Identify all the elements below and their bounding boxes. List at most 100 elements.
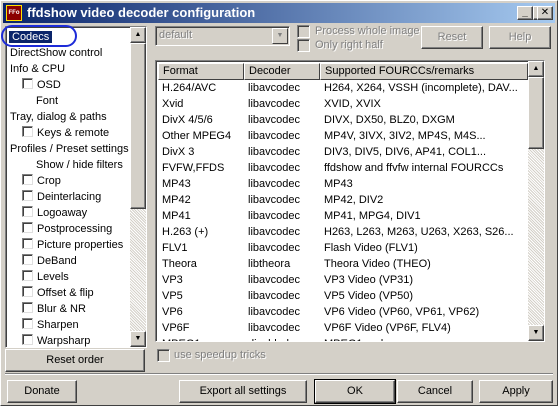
tree-item-checkbox[interactable] [22, 286, 33, 297]
cell-decoder[interactable]: libavcodec [244, 192, 320, 208]
cell-decoder[interactable]: libtheora [244, 256, 320, 272]
cell-decoder[interactable]: libavcodec [244, 208, 320, 224]
tree-item-show-hide-filters[interactable]: Show / hide filters [8, 157, 132, 173]
table-row[interactable]: Other MPEG4 libavcodec MP4V, 3IVX, 3IV2, M… [158, 128, 528, 144]
cell-decoder[interactable]: libavcodec [244, 320, 320, 336]
table-row[interactable]: MP43 libavcodec MP43 [158, 176, 528, 192]
tree-item-warpsharp[interactable]: Warpsharp [8, 333, 132, 347]
cell-decoder[interactable]: disabled [244, 336, 320, 341]
reset-button[interactable]: Reset [421, 26, 483, 49]
tree-item-codecs[interactable]: Codecs [8, 29, 132, 45]
tree-item-picture-properties[interactable]: Picture properties [8, 237, 132, 253]
tree-item-checkbox[interactable] [22, 334, 33, 345]
tree-item-label: Profiles / Preset settings [10, 143, 129, 155]
table-scroll-up-button[interactable]: ▲ [528, 61, 544, 77]
column-header-decoder[interactable]: Decoder [244, 63, 320, 80]
tree-item-deinterlacing[interactable]: Deinterlacing [8, 189, 132, 205]
tree-item-deband[interactable]: DeBand [8, 253, 132, 269]
tree-item-checkbox[interactable] [22, 318, 33, 329]
tree-item-levels[interactable]: Levels [8, 269, 132, 285]
table-row[interactable]: DivX 4/5/6 libavcodec DIVX, DX50, BLZ0, DX… [158, 112, 528, 128]
table-row[interactable]: FVFW,FFDS libavcodec ffdshow and ffvfw int… [158, 160, 528, 176]
tree-item-label: OSD [37, 79, 61, 91]
apply-button[interactable]: Apply [479, 380, 553, 403]
tree-item-checkbox[interactable] [22, 206, 33, 217]
scroll-thumb[interactable] [130, 43, 146, 209]
cell-format: H.264/AVC [162, 82, 217, 94]
tree-item-checkbox[interactable] [22, 190, 33, 201]
table-row[interactable]: MPEG1disabledMPEG1 codec [158, 336, 528, 341]
tree-item-osd[interactable]: OSD [8, 77, 132, 93]
cell-decoder[interactable]: libavcodec [244, 128, 320, 144]
ok-button[interactable]: OK [314, 379, 396, 404]
cell-decoder[interactable]: libavcodec [244, 176, 320, 192]
tree-item-offset-flip[interactable]: Offset & flip [8, 285, 132, 301]
tree-item-checkbox[interactable] [22, 254, 33, 265]
table-row[interactable]: VP3 libavcodec VP3 Video (VP31) [158, 272, 528, 288]
help-button[interactable]: Help [489, 26, 551, 49]
tree-scrollbar[interactable]: ▲ ▼ [130, 27, 146, 347]
table-row[interactable]: MP42 libavcodec MP42, DIV2 [158, 192, 528, 208]
cell-decoder[interactable]: libavcodec [244, 160, 320, 176]
close-button[interactable]: ✕ [537, 6, 553, 20]
table-row[interactable]: Xvid libavcodec XVID, XVIX [158, 96, 528, 112]
tree-item-checkbox[interactable] [22, 238, 33, 249]
tree-item-logoaway[interactable]: Logoaway [8, 205, 132, 221]
tree-item-postprocessing[interactable]: Postprocessing [8, 221, 132, 237]
table-row[interactable]: MP41 libavcodec MP41, MPG4, DIV1 [158, 208, 528, 224]
reset-order-button[interactable]: Reset order [5, 349, 145, 372]
cell-decoder[interactable]: libavcodec [244, 80, 320, 96]
tree-item-info-cpu[interactable]: Info & CPU [8, 61, 132, 77]
process-whole-image-checkbox[interactable] [297, 25, 310, 38]
tree-item-font[interactable]: Font [8, 93, 132, 109]
column-header-fourccs[interactable]: Supported FOURCCs/remarks [320, 63, 528, 80]
cell-decoder[interactable]: libavcodec [244, 240, 320, 256]
minimize-button[interactable]: _ [517, 6, 533, 20]
table-scrollbar[interactable]: ▲ ▼ [528, 61, 544, 341]
table-row[interactable]: Theora libtheora Theora Video (THEO) [158, 256, 528, 272]
tree-item-profiles-preset-settings[interactable]: Profiles / Preset settings [8, 141, 132, 157]
table-row[interactable]: H.263 (+) libavcodec H263, L263, M263, U26… [158, 224, 528, 240]
tree-item-directshow-control[interactable]: DirectShow control [8, 45, 132, 61]
cell-decoder[interactable]: libavcodec [244, 112, 320, 128]
cell-fourccs: H263, L263, M263, U263, X263, S26... [324, 226, 514, 238]
tree-item-checkbox[interactable] [22, 78, 33, 89]
export-all-settings-button[interactable]: Export all settings [179, 380, 307, 403]
cell-decoder[interactable]: libavcodec [244, 96, 320, 112]
tree-item-checkbox[interactable] [22, 270, 33, 281]
cancel-button[interactable]: Cancel [397, 380, 473, 403]
tree-item-blur-nr[interactable]: Blur & NR [8, 301, 132, 317]
table-row[interactable]: DivX 3 libavcodec DIV3, DIV5, DIV6, AP41, … [158, 144, 528, 160]
tree-item-checkbox[interactable] [22, 174, 33, 185]
tree-item-label: DeBand [37, 255, 77, 267]
table-row[interactable]: VP6F libavcodec VP6F Video (VP6F, FLV4) [158, 320, 528, 336]
only-right-half-checkbox[interactable] [297, 39, 310, 52]
table-scroll-thumb[interactable] [528, 77, 544, 149]
table-row[interactable]: H.264/AVC libavcodec H264, X264, VSSH (inc… [158, 80, 528, 96]
cell-decoder[interactable]: libavcodec [244, 224, 320, 240]
column-header-format[interactable]: Format [158, 63, 244, 80]
tree-item-checkbox[interactable] [22, 126, 33, 137]
tree-item-keys-remote[interactable]: Keys & remote [8, 125, 132, 141]
preset-combobox[interactable]: default ▼ [155, 26, 290, 46]
title-bar[interactable]: FFo ffdshow video decoder configuration … [3, 3, 555, 23]
ffdshow-app-icon[interactable]: FFo [6, 5, 22, 21]
tree-item-checkbox[interactable] [22, 222, 33, 233]
cell-decoder[interactable]: libavcodec [244, 272, 320, 288]
cell-decoder[interactable]: libavcodec [244, 288, 320, 304]
chevron-down-icon[interactable]: ▼ [272, 28, 288, 44]
tree-item-crop[interactable]: Crop [8, 173, 132, 189]
table-row[interactable]: FLV1 libavcodec Flash Video (FLV1) [158, 240, 528, 256]
tree-item-sharpen[interactable]: Sharpen [8, 317, 132, 333]
scroll-down-button[interactable]: ▼ [130, 331, 146, 347]
table-scroll-down-button[interactable]: ▼ [528, 325, 544, 341]
tree-item-checkbox[interactable] [22, 302, 33, 313]
scroll-up-button[interactable]: ▲ [130, 27, 146, 43]
table-row[interactable]: VP6 libavcodec VP6 Video (VP60, VP61, VP62… [158, 304, 528, 320]
tree-item-tray-dialog-paths[interactable]: Tray, dialog & paths [8, 109, 132, 125]
table-row[interactable]: VP5 libavcodec VP5 Video (VP50) [158, 288, 528, 304]
cell-decoder[interactable]: libavcodec [244, 304, 320, 320]
cell-decoder[interactable]: libavcodec [244, 144, 320, 160]
donate-button[interactable]: Donate [7, 380, 77, 403]
use-speedup-tricks-checkbox[interactable] [157, 349, 170, 362]
